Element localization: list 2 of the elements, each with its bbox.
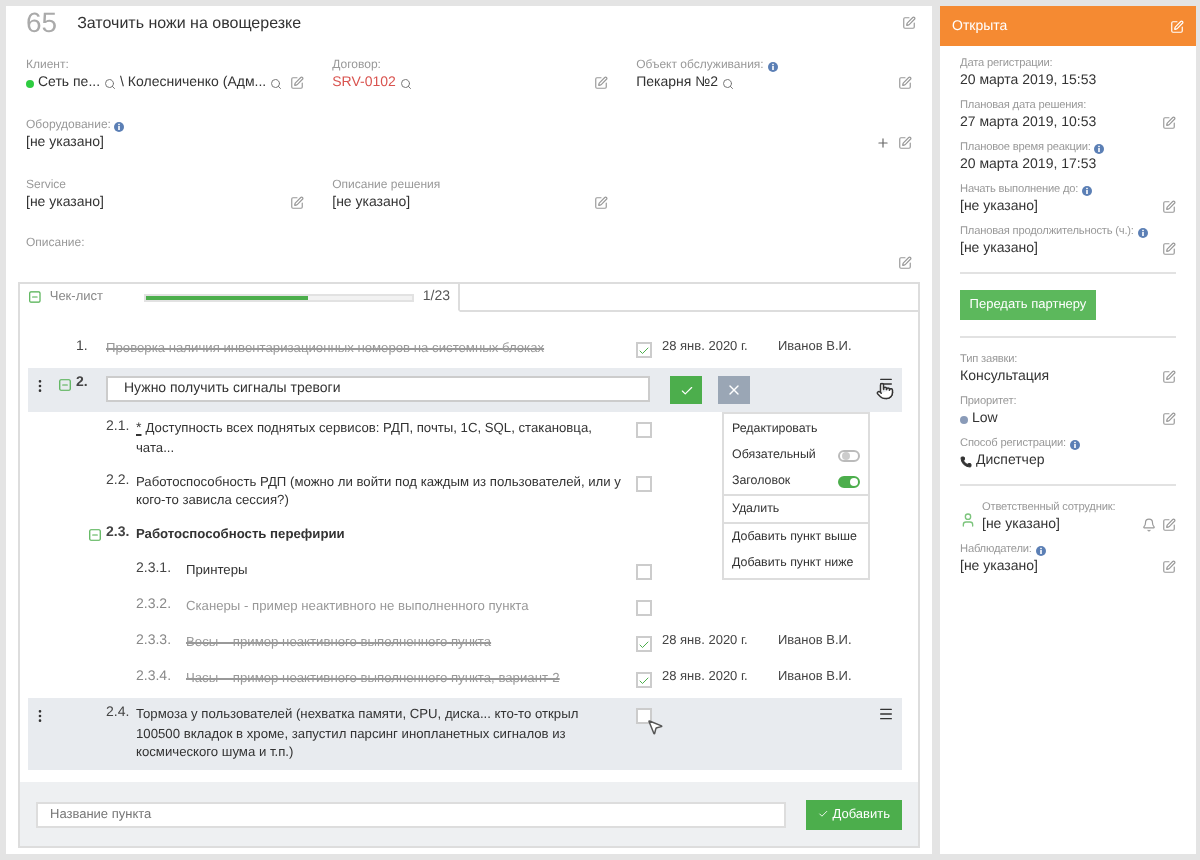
task-title: Заточить ножи на овощерезке (77, 13, 302, 31)
task-number: 65 (26, 6, 58, 38)
